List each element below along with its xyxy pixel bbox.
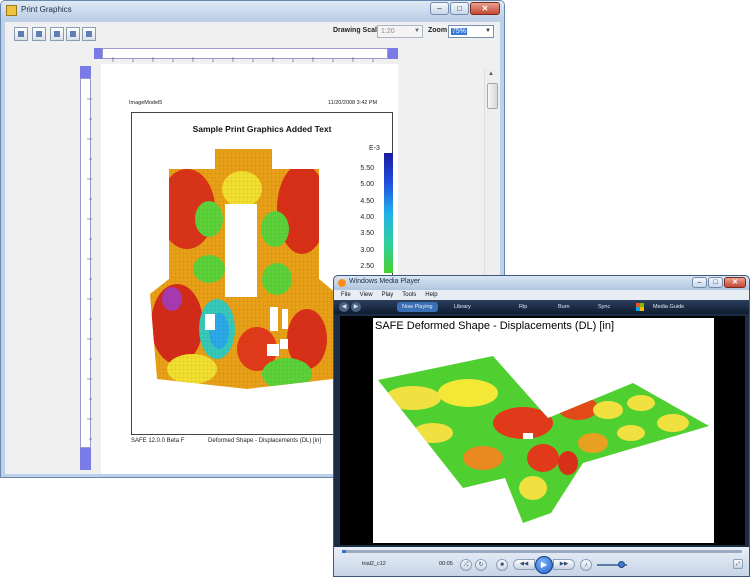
forward-arrow-icon[interactable]: ▶: [351, 302, 361, 312]
zoom-label: Zoom: [428, 27, 448, 34]
media-player-nav: ◀ ▶ Now Playing Library Rip Burn Sync Me…: [334, 300, 749, 314]
zoom-select[interactable]: 75% ▼: [448, 25, 494, 38]
menu-play[interactable]: Play: [382, 290, 394, 300]
vertical-ruler[interactable]: [80, 66, 92, 470]
scrollbar-thumb[interactable]: [487, 83, 498, 109]
colorbar-legend: [384, 153, 393, 273]
volume-icon[interactable]: ♪: [580, 559, 592, 571]
media-player-window: Windows Media Player – □ ✕ File View Pla…: [333, 275, 750, 577]
next-icon[interactable]: ▶▶: [553, 559, 575, 570]
video-caption: SAFE Deformed Shape - Displacements (DL)…: [375, 320, 615, 332]
tab-media-guide[interactable]: Media Guide: [648, 302, 689, 312]
menu-tools[interactable]: Tools: [402, 290, 416, 300]
elapsed-time: 00:05: [439, 561, 453, 567]
media-player-title: Windows Media Player: [349, 278, 421, 285]
minimize-button[interactable]: –: [430, 2, 449, 15]
copy-icon[interactable]: [66, 27, 80, 41]
shuffle-icon[interactable]: ⤮: [460, 559, 472, 571]
footer-version: SAFE 12.0.0 Beta F: [131, 438, 185, 444]
add-text-icon[interactable]: [82, 27, 96, 41]
close-button[interactable]: ✕: [470, 2, 500, 15]
playback-controls: trial2_c12 00:05 ⤮ ↻ ■ ◀◀ ▶ ▶▶ ♪ ⤢: [334, 547, 749, 576]
menu-help[interactable]: Help: [425, 290, 437, 300]
horizontal-ruler-ticks: [112, 57, 374, 62]
displacement-contour-plot: [150, 149, 337, 389]
tab-rip[interactable]: Rip: [514, 302, 532, 312]
video-area[interactable]: SAFE Deformed Shape - Displacements (DL)…: [340, 316, 745, 545]
colorbar-exponent: E-3: [369, 145, 380, 152]
footer-caption: Deformed Shape - Displacements (DL) [in]: [208, 438, 322, 444]
colorbar-tick-label: 5.50: [360, 165, 374, 172]
maximize-button[interactable]: □: [708, 277, 723, 288]
horizontal-ruler[interactable]: [94, 48, 398, 62]
volume-slider[interactable]: [597, 561, 627, 568]
chevron-down-icon: ▼: [485, 28, 491, 34]
minimize-button[interactable]: –: [692, 277, 707, 288]
maximize-button[interactable]: □: [450, 2, 469, 15]
plot-title: Sample Print Graphics Added Text: [192, 124, 332, 134]
print-graphics-title-bar[interactable]: Print Graphics – □ ✕: [1, 1, 504, 21]
seek-bar[interactable]: [342, 550, 742, 553]
windows-logo-icon: [636, 303, 644, 311]
menu-file[interactable]: File: [341, 290, 351, 300]
drawing-scale-value: 1:20: [381, 28, 395, 35]
play-icon[interactable]: ▶: [535, 556, 553, 574]
chevron-down-icon: ▼: [414, 28, 420, 34]
media-player-app-icon: [338, 279, 346, 287]
print-toolbar: Drawing Scale 1:20 ▼ Zoom 75% ▼: [5, 22, 500, 46]
vertical-ruler-ticks: [87, 98, 92, 440]
tab-burn[interactable]: Burn: [553, 302, 575, 312]
media-player-title-bar[interactable]: Windows Media Player – □ ✕: [334, 276, 749, 290]
print-graphics-app-icon: [6, 5, 17, 16]
print-setup-icon[interactable]: [14, 27, 28, 41]
volume-knob[interactable]: [617, 561, 625, 568]
colorbar-tick-label: 4.50: [360, 197, 374, 205]
colorbar-tick-label: 5.00: [360, 181, 374, 189]
repeat-icon[interactable]: ↻: [475, 559, 487, 571]
back-arrow-icon[interactable]: ◀: [339, 302, 349, 312]
colorbar-tick-label: 4.00: [360, 213, 374, 221]
tab-library[interactable]: Library: [449, 302, 476, 312]
colorbar-tick-label: 3.00: [360, 246, 374, 254]
track-name: trial2_c12: [362, 561, 386, 567]
media-player-menu-bar: File View Play Tools Help: [334, 290, 749, 300]
fullscreen-icon[interactable]: ⤢: [733, 559, 743, 569]
page-layout-icon[interactable]: [50, 27, 64, 41]
drawing-scale-select[interactable]: 1:20 ▼: [377, 25, 423, 38]
model-name: ImageModel5: [129, 100, 163, 106]
print-graphics-title: Print Graphics: [21, 5, 72, 14]
print-date: 11/20/2008 3:42 PM: [328, 100, 378, 106]
drawing-scale-label: Drawing Scale: [333, 27, 381, 34]
previous-icon[interactable]: ◀◀: [513, 559, 535, 570]
print-preview-icon[interactable]: [32, 27, 46, 41]
zoom-value: 75%: [451, 28, 468, 35]
stop-icon[interactable]: ■: [496, 559, 508, 571]
seek-bar-fill: [342, 550, 346, 553]
deformed-shape-3d-plot: [378, 356, 709, 523]
close-button[interactable]: ✕: [724, 277, 746, 288]
menu-view[interactable]: View: [360, 290, 373, 300]
tab-now-playing[interactable]: Now Playing: [397, 302, 438, 312]
tab-sync[interactable]: Sync: [593, 302, 615, 312]
colorbar-tick-label: 3.50: [360, 230, 374, 238]
colorbar-tick-label: 2.50: [360, 262, 374, 270]
scroll-up-icon[interactable]: ▲: [488, 71, 494, 77]
